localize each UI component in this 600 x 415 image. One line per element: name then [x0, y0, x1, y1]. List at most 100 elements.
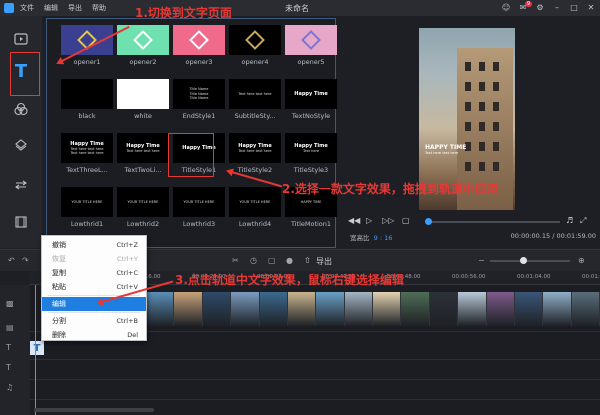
text-clip[interactable]: T: [30, 341, 44, 355]
context-menu-shortcut: Ctrl+V: [116, 283, 138, 291]
context-menu-item[interactable]: 删除 Del: [42, 328, 146, 342]
template-tile[interactable]: Title Name Title Name Title Name EndStyle…: [173, 79, 225, 124]
template-tile[interactable]: Happy Time TextNoStyle: [285, 79, 337, 124]
context-menu-item[interactable]: 恢复 Ctrl+Y: [42, 252, 146, 266]
template-tile[interactable]: opener4: [229, 25, 281, 70]
template-tile[interactable]: Happy Time Text here TitleStyle3: [285, 133, 337, 178]
filter-tab-icon[interactable]: [8, 98, 34, 120]
annotation-step3: 3.点击轨道中文字效果，鼠标右键选择编辑: [175, 273, 404, 287]
aspect-ratio-label: 宽高比: [350, 234, 370, 242]
template-tile[interactable]: Happy Time Text here text here Text here …: [61, 133, 113, 178]
template-tile[interactable]: black: [61, 79, 113, 124]
video-clip-thumbnail[interactable]: [146, 292, 174, 326]
template-thumbnail-subtitle: Text here text here: [126, 148, 160, 153]
split-icon[interactable]: ✂: [232, 256, 239, 265]
maximize-icon[interactable]: □: [569, 2, 579, 13]
menu-edit[interactable]: 编辑: [44, 3, 58, 13]
aspect-ratio[interactable]: 宽高比 9 : 16: [350, 232, 392, 242]
undo-icon[interactable]: ↶: [8, 256, 15, 265]
playback-progress-bar[interactable]: [425, 218, 560, 225]
context-menu-label: 编辑: [52, 300, 66, 308]
video-overlay-text[interactable]: HAPPY TIME Text here text here: [425, 144, 466, 155]
template-label: opener1: [73, 58, 101, 66]
template-tile[interactable]: Happy Time Text here text here TitleStyle2: [229, 133, 281, 178]
context-menu-separator: [48, 312, 140, 313]
export-icon[interactable]: ⇧: [304, 256, 311, 265]
video-clip-thumbnail[interactable]: [543, 292, 571, 326]
playback-progress-knob[interactable]: [425, 218, 432, 225]
video-clip-thumbnail[interactable]: [259, 292, 287, 326]
menu-export[interactable]: 导出: [68, 3, 82, 13]
template-thumbnail: YOUR TITLE HERE: [229, 187, 281, 217]
zoom-out-icon[interactable]: −: [478, 256, 485, 265]
video-clip-thumbnail[interactable]: [202, 292, 231, 326]
template-label: EndStyle1: [182, 112, 216, 120]
left-sidebar: T: [0, 16, 42, 248]
template-thumbnail-subtitle: Text here text here: [238, 148, 272, 153]
template-thumbnail-graphic: [189, 30, 209, 50]
video-clip-thumbnail[interactable]: [571, 292, 599, 326]
overlay-tab-icon[interactable]: [8, 134, 34, 156]
template-tile[interactable]: white: [117, 79, 169, 124]
template-tile[interactable]: YOUR TITLE HERE Lowthrid4: [229, 187, 281, 232]
fullscreen-icon[interactable]: ⤢: [580, 216, 586, 226]
zoom-in-icon[interactable]: ⊕: [578, 256, 585, 265]
template-tile[interactable]: opener2: [117, 25, 169, 70]
video-clip-thumbnail[interactable]: [174, 292, 202, 326]
template-thumbnail-subtitle: HAPPY TIME: [300, 199, 322, 204]
transition-tab-icon[interactable]: [8, 174, 34, 196]
video-clip-thumbnail[interactable]: [373, 292, 401, 326]
prev-frame-icon[interactable]: ◀◀: [348, 216, 360, 225]
zoom-slider-knob[interactable]: [520, 257, 527, 264]
template-tile[interactable]: YOUR TITLE HERE Lowthrid3: [173, 187, 225, 232]
template-thumbnail-subtitle: Title Name Title Name Title Name: [189, 87, 209, 101]
template-tile[interactable]: YOUR TITLE HERE Lowthrid2: [117, 187, 169, 232]
video-clip-thumbnail[interactable]: [486, 292, 514, 326]
template-tile[interactable]: YOUR TITLE HERE Lowthrid1: [61, 187, 113, 232]
context-menu-label: 复制: [52, 269, 66, 277]
user-icon[interactable]: ☺: [501, 2, 511, 13]
context-menu-item[interactable]: 分割 Ctrl+B: [42, 314, 146, 328]
template-tile[interactable]: opener3: [173, 25, 225, 70]
crop-icon[interactable]: ▢: [268, 256, 276, 265]
template-thumbnail: Happy Time: [285, 79, 337, 109]
menu-file[interactable]: 文件: [20, 3, 34, 13]
clock-icon[interactable]: ◷: [250, 256, 257, 265]
track-labels: ▩ ▤ T T ♫: [0, 285, 30, 415]
element-tab-icon[interactable]: [8, 211, 34, 233]
template-tile[interactable]: opener5: [285, 25, 337, 70]
stop-icon[interactable]: ▢: [402, 216, 410, 225]
template-tile[interactable]: Text here text here SubtitleSty...: [229, 79, 281, 124]
video-clip-thumbnail[interactable]: [231, 292, 259, 326]
highlight-box-titlestyle1: [168, 133, 214, 177]
video-clip-thumbnail[interactable]: [316, 292, 344, 326]
message-icon[interactable]: ✉ 9: [518, 1, 532, 13]
template-tile[interactable]: Happy Time Text here text here TextTwoLi..…: [117, 133, 169, 178]
redo-icon[interactable]: ↷: [22, 256, 29, 265]
timeline-scrollbar[interactable]: [34, 408, 154, 412]
mic-icon[interactable]: ●: [286, 256, 293, 265]
close-icon[interactable]: ✕: [586, 2, 596, 13]
next-frame-icon[interactable]: ▷▷: [382, 216, 394, 225]
video-clip-thumbnail[interactable]: [287, 292, 316, 326]
video-clip-thumbnail[interactable]: [514, 292, 543, 326]
video-clip-thumbnail[interactable]: [429, 292, 458, 326]
settings-icon[interactable]: ⚙: [535, 2, 545, 13]
menu-help[interactable]: 帮助: [92, 3, 106, 13]
media-tab-icon[interactable]: [8, 28, 34, 50]
zoom-slider[interactable]: [490, 257, 570, 264]
play-icon[interactable]: ▷: [366, 216, 372, 225]
volume-icon[interactable]: ♬: [566, 216, 573, 225]
minimize-icon[interactable]: –: [552, 2, 562, 13]
template-thumbnail: [61, 79, 113, 109]
playhead[interactable]: [35, 285, 36, 415]
video-clip-thumbnail[interactable]: [401, 292, 429, 326]
video-clip-thumbnail[interactable]: [458, 292, 486, 326]
video-clip-thumbnail[interactable]: [344, 292, 372, 326]
aspect-ratio-value: 9 : 16: [373, 234, 393, 242]
context-menu-item[interactable]: 复制 Ctrl+C: [42, 266, 146, 280]
context-menu-item[interactable]: 撤销 Ctrl+Z: [42, 238, 146, 252]
context-menu-shortcut: Ctrl+C: [116, 269, 138, 277]
video-track[interactable]: [146, 292, 600, 326]
export-button[interactable]: 导出: [316, 256, 332, 267]
